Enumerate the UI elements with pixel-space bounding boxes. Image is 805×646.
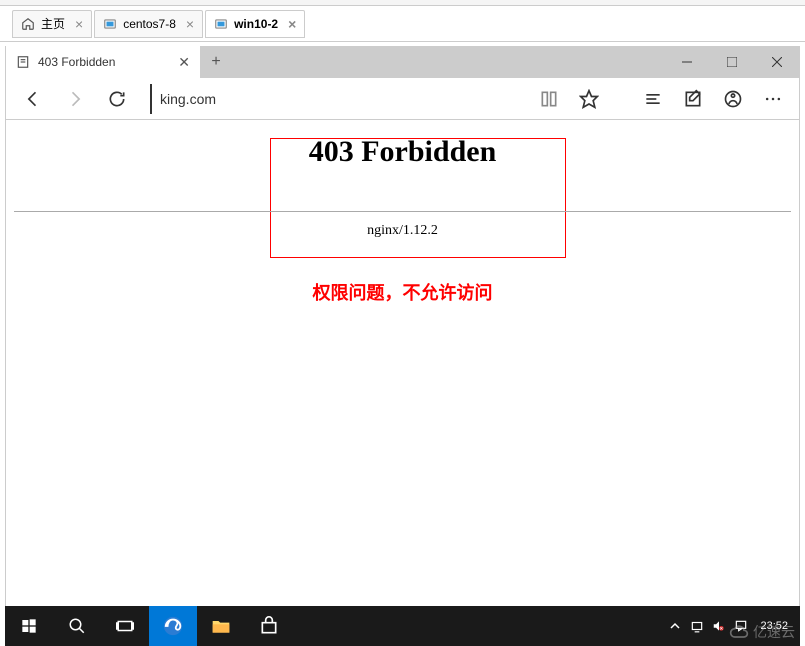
page-content: 403 Forbidden nginx/1.12.2 权限问题，不允许访问 xyxy=(6,135,799,621)
browser-window: 403 Forbidden ✕ + king. xyxy=(5,46,800,606)
address-bar[interactable]: king.com xyxy=(150,84,517,114)
store-taskbar-button[interactable] xyxy=(245,606,293,646)
vm-tab-label: 主页 xyxy=(41,15,65,32)
new-tab-button[interactable]: + xyxy=(201,46,231,78)
close-icon[interactable]: × xyxy=(288,16,296,32)
address-text: king.com xyxy=(160,91,216,107)
close-icon[interactable]: × xyxy=(75,16,83,32)
server-info: nginx/1.12.2 xyxy=(6,223,799,239)
browser-toolbar: king.com xyxy=(6,78,799,120)
task-view-button[interactable] xyxy=(101,606,149,646)
start-button[interactable] xyxy=(5,606,53,646)
volume-icon[interactable] xyxy=(708,606,730,646)
edge-taskbar-button[interactable] xyxy=(149,606,197,646)
network-icon[interactable] xyxy=(686,606,708,646)
vm-tab-label: centos7-8 xyxy=(123,17,176,31)
close-icon[interactable]: × xyxy=(186,16,194,32)
more-icon[interactable] xyxy=(755,81,791,117)
divider xyxy=(14,211,791,212)
maximize-button[interactable] xyxy=(709,46,754,78)
browser-tab-title: 403 Forbidden xyxy=(38,55,170,69)
vm-tab-label: win10-2 xyxy=(234,17,278,31)
close-button[interactable] xyxy=(754,46,799,78)
page-icon xyxy=(16,55,30,69)
share-icon[interactable] xyxy=(715,81,751,117)
window-controls xyxy=(664,46,799,78)
vm-tab-bar: 主页 × centos7-8 × win10-2 × xyxy=(0,6,805,42)
notes-icon[interactable] xyxy=(675,81,711,117)
vm-tab-home[interactable]: 主页 × xyxy=(12,10,92,38)
browser-tab[interactable]: 403 Forbidden ✕ xyxy=(6,46,201,78)
search-button[interactable] xyxy=(53,606,101,646)
browser-tab-bar: 403 Forbidden ✕ + xyxy=(6,46,799,78)
vm-icon xyxy=(103,17,117,31)
back-button[interactable] xyxy=(14,80,52,118)
vm-tab-win10[interactable]: win10-2 × xyxy=(205,10,305,38)
taskbar: 23:52 xyxy=(5,606,800,646)
close-icon[interactable]: ✕ xyxy=(178,54,190,71)
tray-chevron-icon[interactable] xyxy=(664,606,686,646)
forward-button[interactable] xyxy=(56,80,94,118)
vm-icon xyxy=(214,17,228,31)
annotation-text: 权限问题，不允许访问 xyxy=(6,279,799,305)
refresh-button[interactable] xyxy=(98,80,136,118)
minimize-button[interactable] xyxy=(664,46,709,78)
error-highlight-box xyxy=(270,138,566,258)
hub-icon[interactable] xyxy=(635,81,671,117)
reading-view-icon[interactable] xyxy=(531,81,567,117)
home-icon xyxy=(21,17,35,31)
vm-tab-centos[interactable]: centos7-8 × xyxy=(94,10,203,38)
explorer-taskbar-button[interactable] xyxy=(197,606,245,646)
favorite-icon[interactable] xyxy=(571,81,607,117)
watermark: 亿速云 xyxy=(729,622,795,642)
